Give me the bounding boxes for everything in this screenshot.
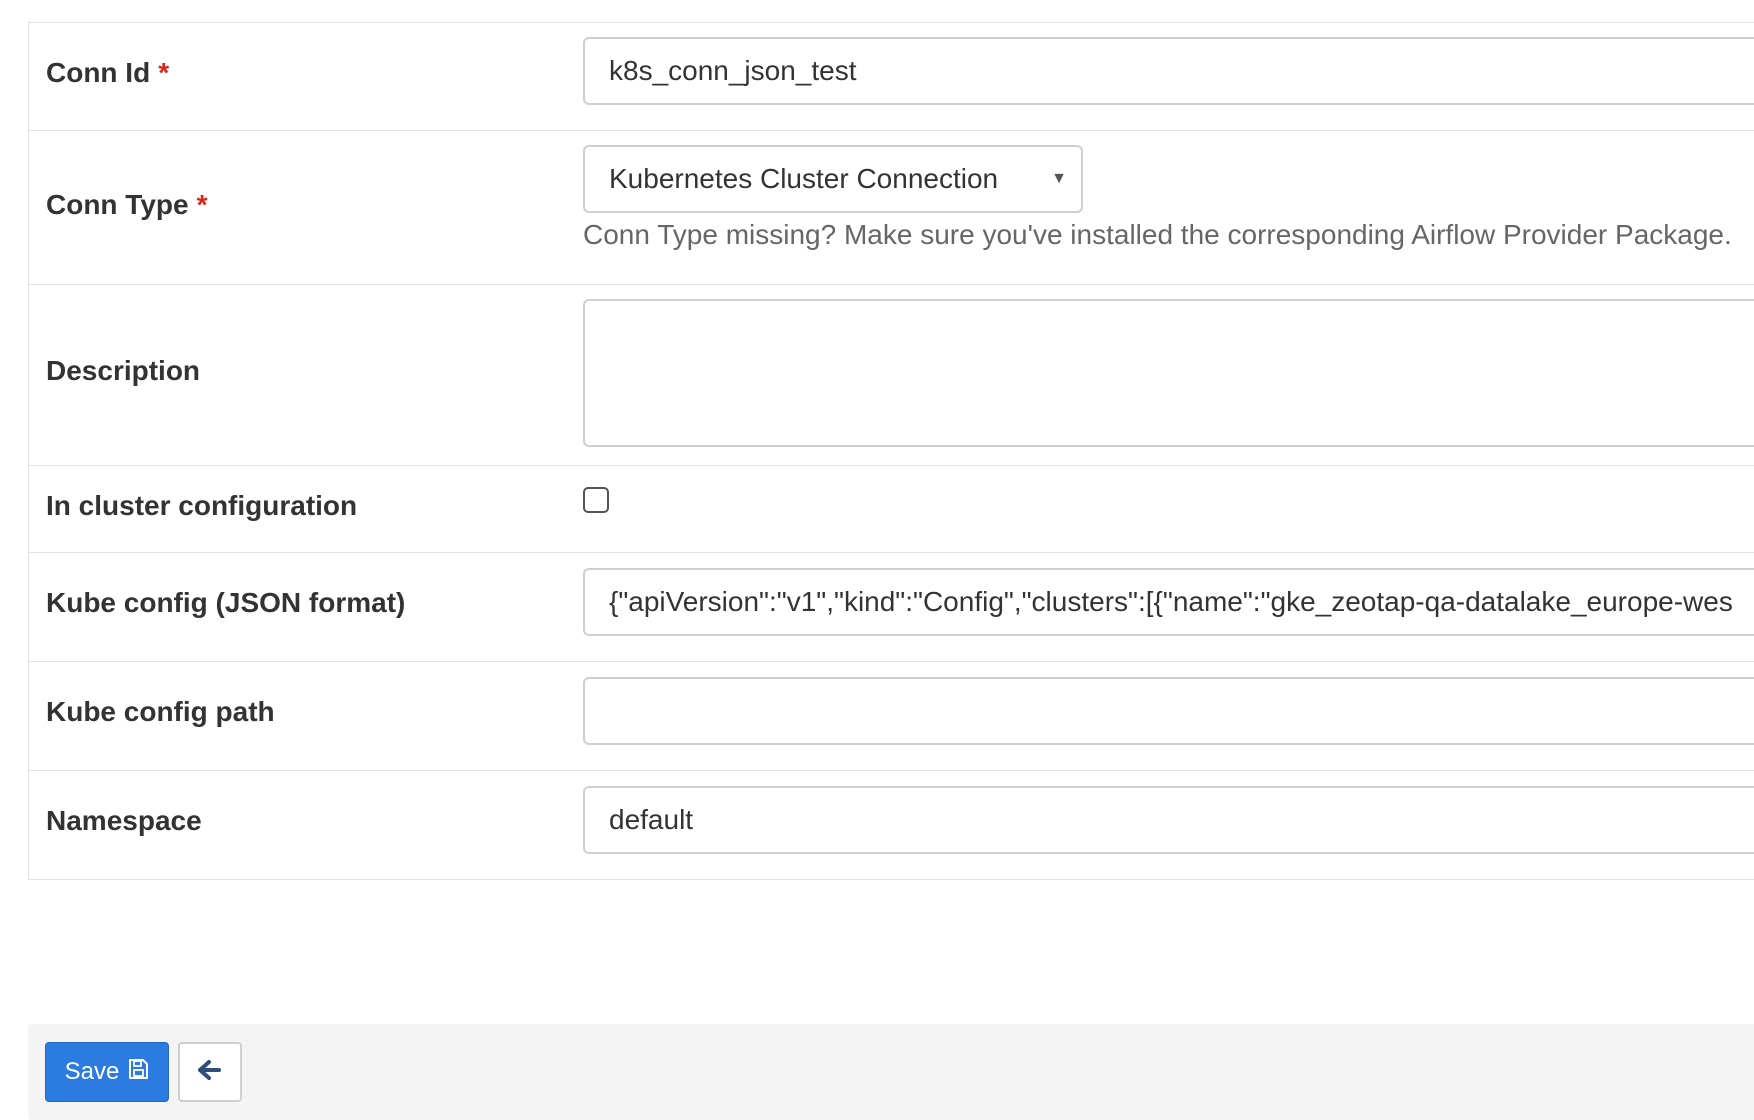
conn-type-select[interactable]: Kubernetes Cluster Connection ▼	[583, 145, 1083, 213]
namespace-label: Namespace	[46, 805, 202, 836]
kube-config-json-input[interactable]: {"apiVersion":"v1","kind":"Config","clus…	[583, 568, 1754, 636]
in-cluster-label: In cluster configuration	[46, 490, 358, 521]
row-namespace: Namespace default	[29, 771, 1754, 879]
conn-type-selected-value: Kubernetes Cluster Connection	[609, 163, 999, 194]
save-button[interactable]: Save	[45, 1042, 169, 1102]
form-actions-bar: Save	[28, 1024, 1754, 1120]
description-textarea[interactable]	[583, 299, 1754, 447]
row-conn-id: Conn Id * k8s_conn_json_test	[29, 23, 1754, 131]
row-in-cluster: In cluster configuration	[29, 466, 1754, 553]
required-asterisk: *	[196, 189, 208, 220]
arrow-left-icon	[198, 1059, 222, 1086]
save-button-label: Save	[64, 1058, 120, 1085]
conn-id-label: Conn Id *	[46, 57, 170, 88]
kube-config-path-label: Kube config path	[46, 696, 275, 727]
chevron-down-icon: ▼	[1051, 170, 1067, 187]
kube-config-path-input[interactable]	[583, 677, 1754, 745]
row-kube-config-path: Kube config path	[29, 662, 1754, 771]
namespace-input[interactable]: default	[583, 786, 1754, 854]
row-conn-type: Conn Type * Kubernetes Cluster Connection…	[29, 131, 1754, 285]
required-asterisk: *	[158, 57, 170, 88]
row-kube-config-json: Kube config (JSON format) {"apiVersion":…	[29, 553, 1754, 662]
conn-type-help-text: Conn Type missing? Make sure you've inst…	[583, 219, 1732, 250]
description-label: Description	[46, 355, 201, 386]
conn-type-label: Conn Type *	[46, 189, 208, 220]
in-cluster-checkbox[interactable]	[583, 487, 609, 513]
kube-config-json-label: Kube config (JSON format)	[46, 587, 406, 618]
floppy-disk-icon	[127, 1058, 149, 1087]
back-button[interactable]	[178, 1042, 242, 1102]
connection-form: Conn Id * k8s_conn_json_test Conn Type * K…	[28, 22, 1754, 880]
row-description: Description	[29, 285, 1754, 466]
conn-id-input[interactable]: k8s_conn_json_test	[583, 37, 1754, 105]
